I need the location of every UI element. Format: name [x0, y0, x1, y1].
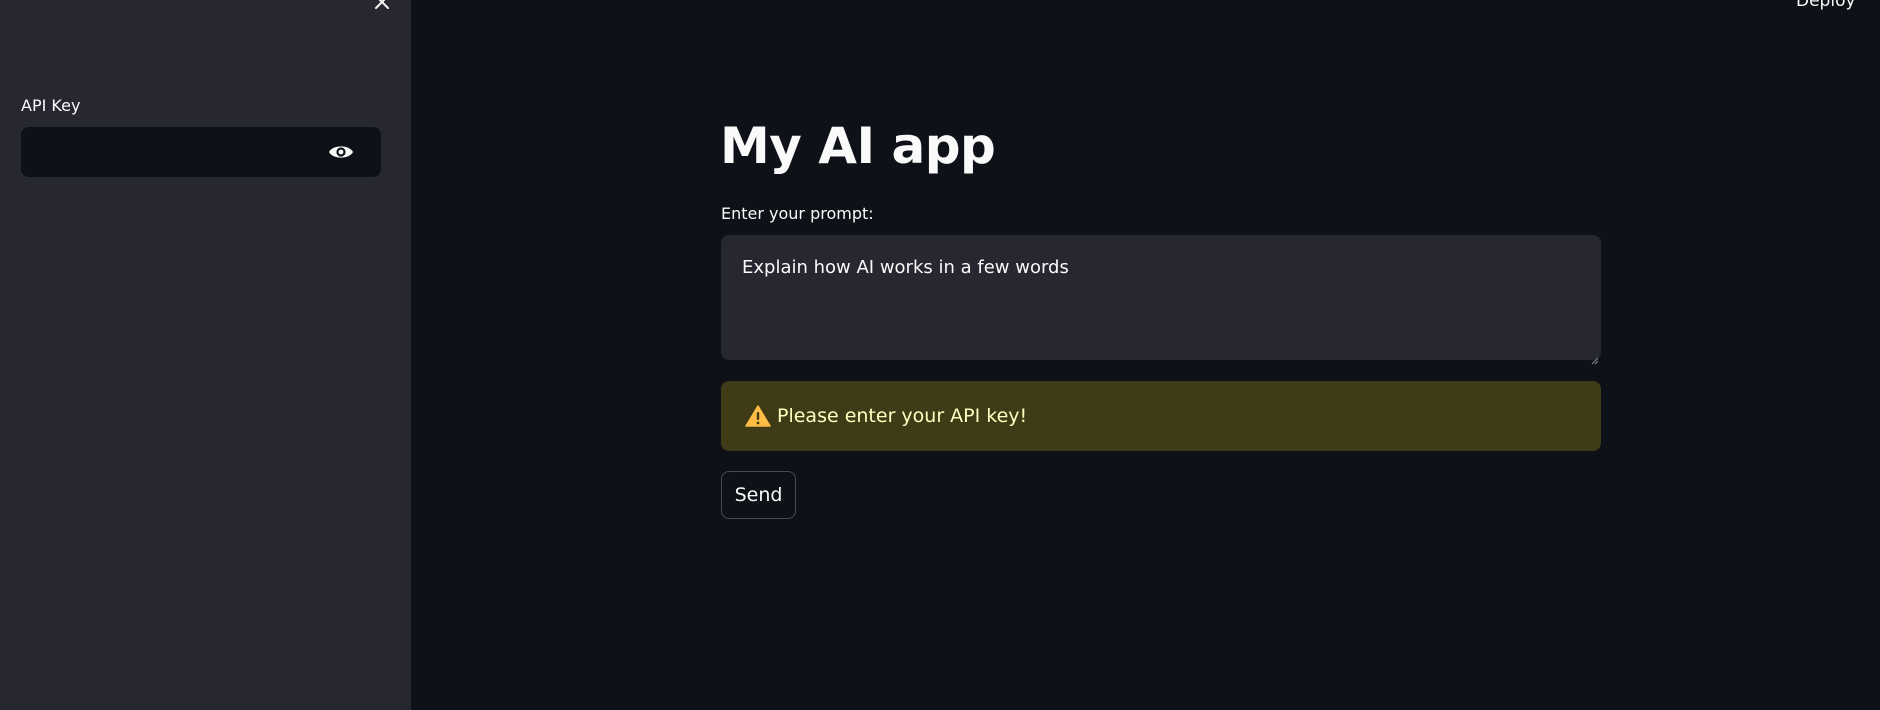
prompt-textarea[interactable]: Explain how AI works in a few words [721, 235, 1601, 360]
sidebar: API Key [0, 0, 411, 710]
prompt-label: Enter your prompt: [721, 204, 874, 223]
api-key-input[interactable] [21, 127, 321, 177]
close-icon[interactable] [372, 0, 392, 12]
warning-icon [745, 404, 771, 428]
eye-icon[interactable] [327, 140, 355, 164]
deploy-button[interactable]: Deploy [1796, 0, 1856, 11]
page-title: My AI app [720, 117, 996, 175]
api-key-field [21, 127, 381, 177]
app-root: API Key Deploy My AI app Enter your prom… [0, 0, 1880, 710]
resize-handle-icon[interactable] [1591, 350, 1599, 365]
send-button[interactable]: Send [721, 471, 796, 519]
warning-message: Please enter your API key! [777, 405, 1028, 427]
api-key-label: API Key [21, 96, 81, 115]
warning-alert: Please enter your API key! [721, 381, 1601, 451]
prompt-textarea-container: Explain how AI works in a few words [721, 235, 1601, 365]
